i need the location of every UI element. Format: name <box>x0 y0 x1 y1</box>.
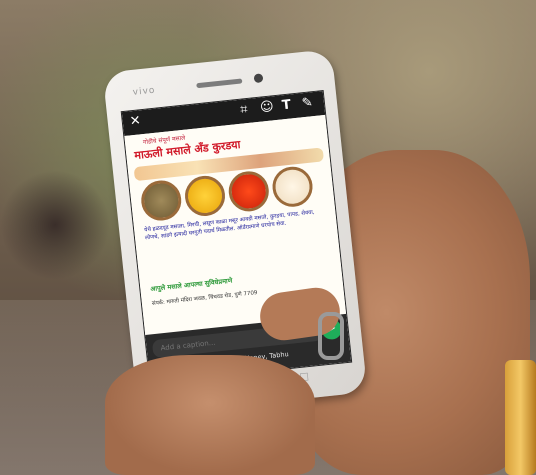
background-blur <box>0 170 110 280</box>
left-hand <box>105 355 315 475</box>
gold-bangle <box>505 360 536 475</box>
poster-phone: 7709 <box>243 290 258 298</box>
text-icon[interactable]: T <box>281 98 291 115</box>
close-icon[interactable]: ✕ <box>129 113 142 130</box>
pen-icon[interactable]: ✎ <box>301 95 314 112</box>
crop-icon[interactable]: ⌗ <box>239 102 248 119</box>
spice-bowl-flour <box>270 164 315 209</box>
spice-bowl-cumin <box>139 178 184 223</box>
silver-ring <box>318 312 344 360</box>
spice-bowl-turmeric <box>183 173 227 218</box>
poster-address-text: संपर्क: मारुती मंदिरा जवळ, चिंचवड रोड, प… <box>151 291 243 308</box>
emoji-icon[interactable]: ☺ <box>259 99 274 116</box>
spice-bowl-chili <box>226 169 271 214</box>
